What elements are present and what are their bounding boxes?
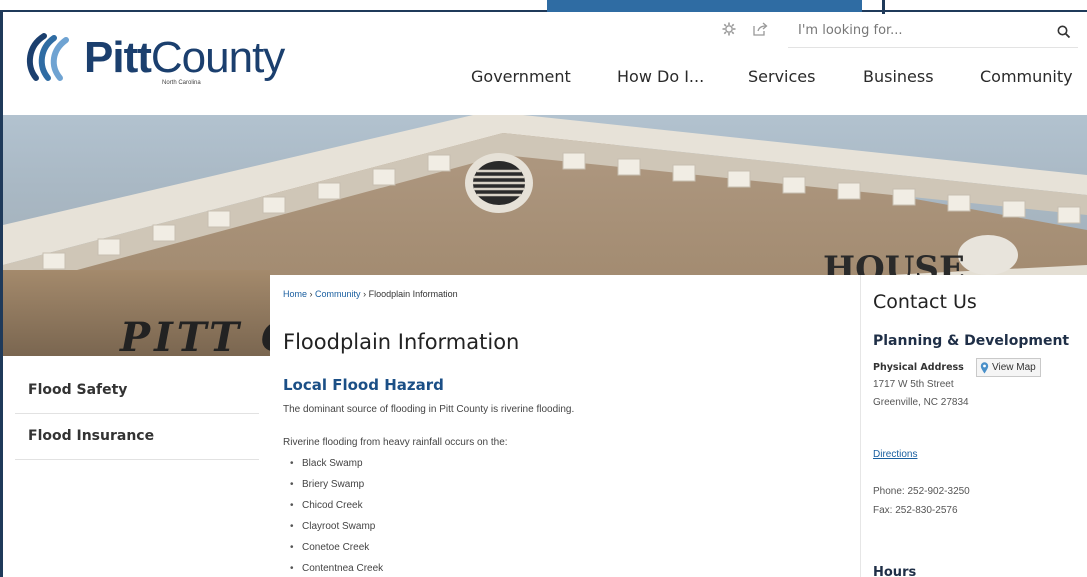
contact-title: Contact Us xyxy=(873,291,977,313)
section-heading: Local Flood Hazard xyxy=(283,376,444,394)
logo-wordmark: PittCounty xyxy=(84,33,285,82)
map-pin-icon xyxy=(980,361,989,373)
search-icon[interactable] xyxy=(1056,24,1072,40)
window-top-bar xyxy=(0,0,1087,12)
logo-subtitle: North Carolina xyxy=(162,80,201,86)
phone-number: Phone: 252-902-3250 xyxy=(873,486,970,497)
sidebar-item-label: Flood Insurance xyxy=(28,428,155,444)
nav-business[interactable]: Business xyxy=(863,67,934,91)
view-map-label: View Map xyxy=(992,362,1036,373)
address-label: Physical Address xyxy=(873,362,964,373)
search-input[interactable] xyxy=(798,20,1038,40)
list-item: Clayroot Swamp xyxy=(290,521,383,542)
list-item: Contentnea Creek xyxy=(290,563,383,577)
breadcrumb-community[interactable]: Community xyxy=(315,289,361,299)
search-box xyxy=(788,14,1078,48)
fax-number: Fax: 252-830-2576 xyxy=(873,505,958,516)
sidebar-item-flood-insurance[interactable]: Flood Insurance xyxy=(15,414,259,460)
view-map-button[interactable]: View Map xyxy=(976,358,1041,377)
breadcrumb-separator: › xyxy=(363,289,367,299)
sidebar-item-flood-safety[interactable]: Flood Safety xyxy=(15,368,259,414)
breadcrumb-home[interactable]: Home xyxy=(283,289,307,299)
window-divider xyxy=(882,0,885,14)
intro-paragraph: The dominant source of flooding in Pitt … xyxy=(283,404,575,415)
list-intro: Riverine flooding from heavy rainfall oc… xyxy=(283,437,508,448)
logo-second: County xyxy=(150,33,285,82)
breadcrumb-current: Floodplain Information xyxy=(368,289,458,299)
contact-panel xyxy=(860,275,1087,577)
gear-icon[interactable] xyxy=(722,22,736,39)
sidebar-item-label: Flood Safety xyxy=(28,382,128,398)
list-item: Conetoe Creek xyxy=(290,542,383,563)
address-line-2: Greenville, NC 27834 xyxy=(873,397,969,408)
list-item: Black Swamp xyxy=(290,458,383,479)
department-name: Planning & Development xyxy=(873,333,1070,349)
breadcrumb: Home › Community › Floodplain Informatio… xyxy=(283,289,458,299)
directions-link[interactable]: Directions xyxy=(873,449,917,460)
nav-government[interactable]: Government xyxy=(471,67,571,91)
address-line-1: 1717 W 5th Street xyxy=(873,379,954,390)
logo-main: Pitt xyxy=(84,33,152,82)
site-logo[interactable]: PittCounty North Carolina xyxy=(22,22,285,94)
sidebar: Flood Safety Flood Insurance xyxy=(3,356,270,577)
waterway-list: Black Swamp Briery Swamp Chicod Creek Cl… xyxy=(290,458,383,577)
hours-title: Hours xyxy=(873,565,917,577)
share-icon[interactable] xyxy=(753,22,768,39)
top-tab xyxy=(547,0,862,12)
logo-mark-icon xyxy=(26,33,69,81)
list-item: Chicod Creek xyxy=(290,500,383,521)
breadcrumb-separator: › xyxy=(309,289,313,299)
list-item: Briery Swamp xyxy=(290,479,383,500)
nav-how-do-i[interactable]: How Do I... xyxy=(617,67,704,91)
page-title: Floodplain Information xyxy=(283,330,520,354)
nav-community[interactable]: Community xyxy=(980,67,1073,91)
nav-services[interactable]: Services xyxy=(748,67,815,91)
